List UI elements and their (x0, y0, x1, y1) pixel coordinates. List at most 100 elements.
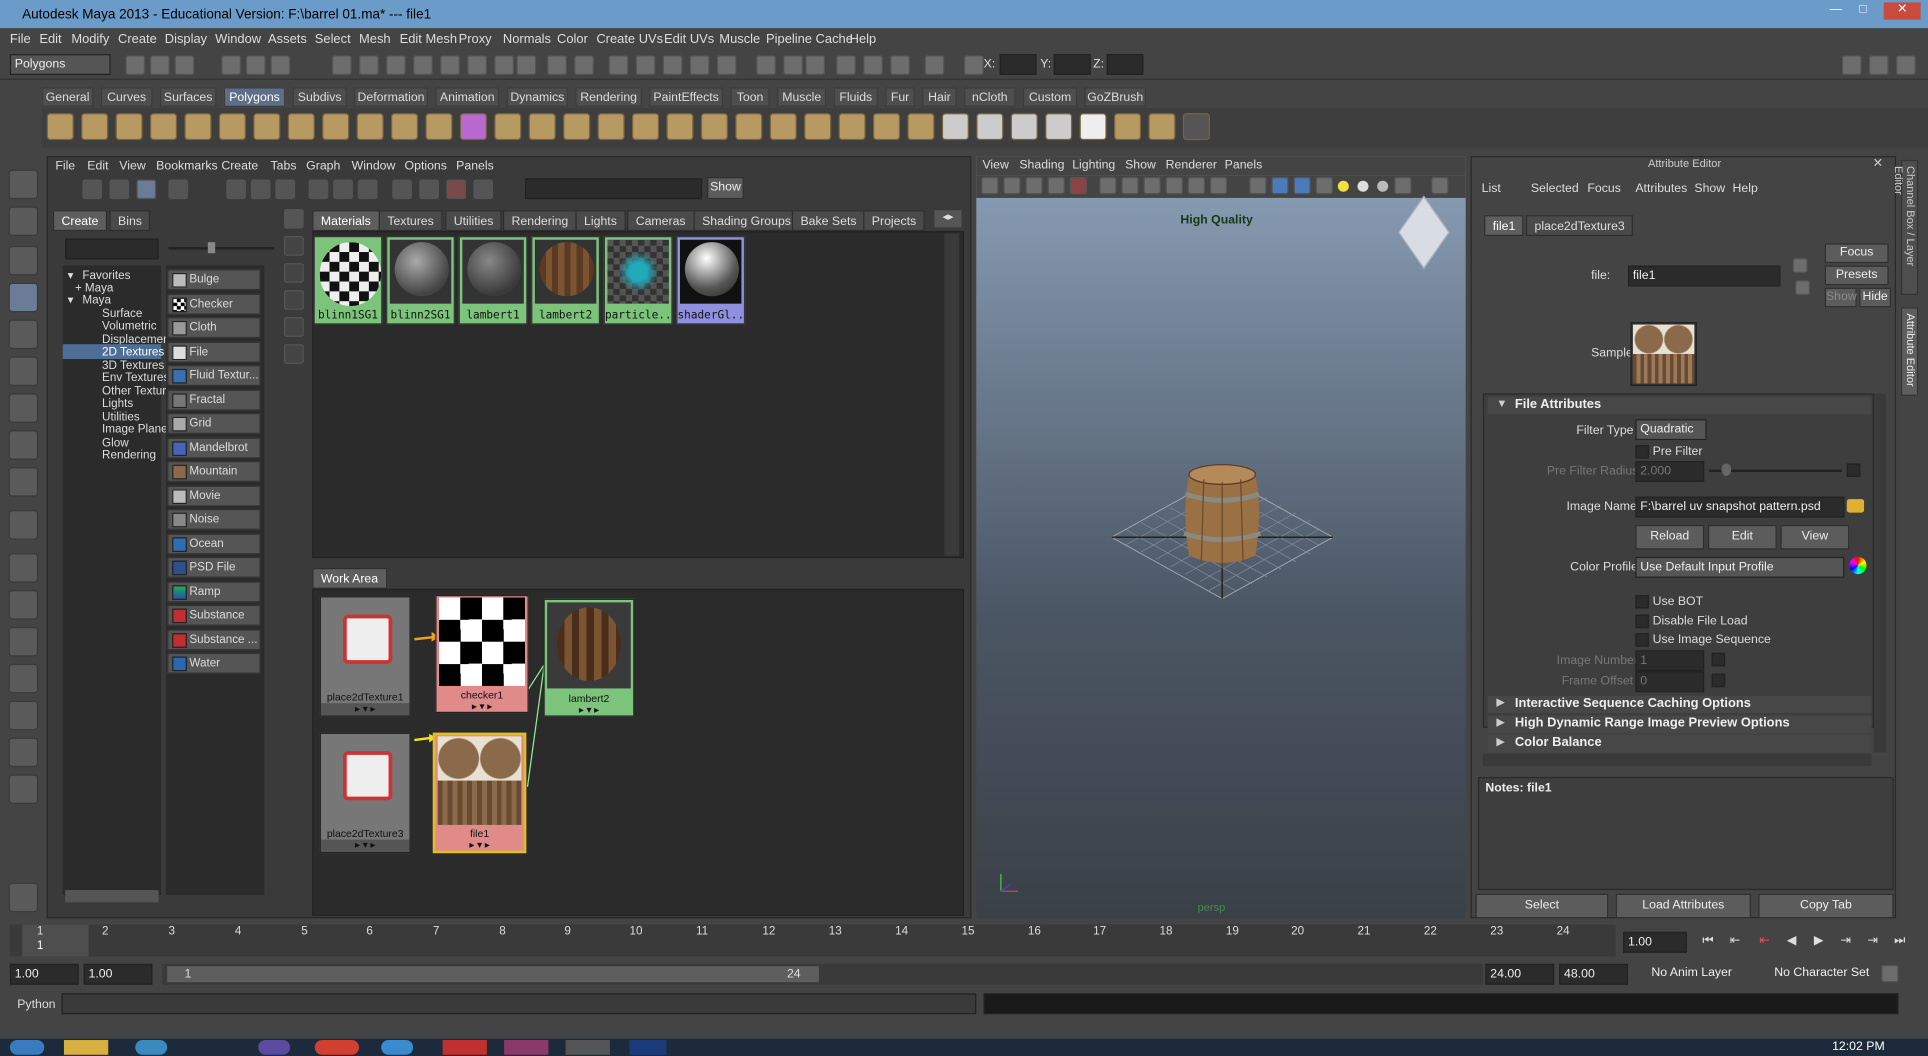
taskbar-browser-icon[interactable] (135, 1040, 168, 1055)
snap-grid-icon[interactable] (331, 55, 352, 75)
hs-tab-materials[interactable]: Materials (312, 210, 380, 232)
folder-browse-icon[interactable] (1846, 499, 1865, 513)
frame-offset-field[interactable]: 0 (1635, 671, 1705, 693)
time-slider[interactable] (9, 924, 1616, 957)
render-view-icon[interactable] (716, 55, 737, 75)
vp-ao-icon[interactable] (1394, 177, 1412, 195)
vp-menu-shading[interactable]: Shading (1019, 159, 1064, 173)
x-field[interactable] (999, 54, 1037, 75)
poly-pipe-icon[interactable] (287, 113, 315, 141)
create-bulge-button[interactable]: Bulge (167, 269, 261, 291)
vp-grid-icon[interactable] (1047, 177, 1065, 195)
taskbar-skype-icon[interactable] (381, 1040, 414, 1055)
tree-maya-toggle[interactable]: + (75, 282, 82, 296)
shelf-tab-toon[interactable]: Toon (730, 87, 770, 107)
vp-lights-icon[interactable] (1165, 177, 1183, 195)
soft-mod-icon[interactable] (8, 430, 39, 460)
playback-start-field[interactable]: 1.00 (83, 963, 153, 985)
image-number-map-button[interactable] (1711, 652, 1726, 667)
file-name-field[interactable]: file1 (1627, 265, 1781, 287)
vp-menu-show[interactable]: Show (1125, 159, 1156, 173)
shelf-tab-fur[interactable]: Fur (885, 87, 915, 107)
vp-shaded-icon[interactable] (1271, 177, 1289, 195)
create-mountain-button[interactable]: Mountain (167, 461, 261, 482)
ae-select-button[interactable]: Select (1475, 893, 1609, 919)
ae-tab-place2dtexture3[interactable]: place2dTexture3 (1525, 215, 1634, 237)
menu-edit-mesh[interactable]: Edit Mesh (400, 32, 457, 47)
new-scene-icon[interactable] (125, 55, 146, 75)
menu-edit-uvs[interactable]: Edit UVs (664, 32, 714, 47)
persp-outliner-layout-icon[interactable] (8, 700, 39, 731)
ae-close-icon[interactable]: ✕ (1873, 157, 1883, 171)
scale-tool-icon[interactable] (8, 356, 39, 387)
tab-side-icon-2[interactable] (284, 236, 304, 256)
shelf-tab-painteffects[interactable]: PaintEffects (649, 87, 723, 107)
show-button[interactable]: Show (1824, 287, 1857, 308)
step-back-frame-icon[interactable]: ⇤ (1756, 934, 1773, 951)
planar-map-icon[interactable] (976, 113, 1004, 141)
start-time-field[interactable]: 1.00 (9, 963, 79, 985)
color-profile-dropdown[interactable]: Use Default Input Profile (1635, 556, 1845, 578)
hs-menu-view[interactable]: View (119, 160, 145, 174)
select-object-icon[interactable] (245, 55, 266, 75)
lock-icon[interactable] (547, 55, 567, 75)
use-bot-checkbox[interactable] (1635, 595, 1649, 609)
taskbar-maya-icon[interactable] (565, 1040, 610, 1055)
poly-cone-icon[interactable] (150, 113, 178, 141)
menu-normals[interactable]: Normals (503, 32, 551, 47)
smooth-icon[interactable] (459, 113, 487, 141)
vp-shadows-icon[interactable] (1187, 177, 1205, 195)
vp-light-yellow-icon[interactable] (1337, 180, 1349, 192)
hs-input-icon[interactable] (308, 179, 329, 200)
hs-menu-bookmarks[interactable]: Bookmarks (156, 160, 217, 174)
create-substance-button[interactable]: Substance (167, 604, 261, 626)
bridge-icon[interactable] (597, 113, 625, 141)
poly-prism-icon[interactable] (253, 113, 281, 141)
end-time-field[interactable]: 48.00 (1559, 963, 1628, 985)
shelf-tab-subdivs[interactable]: Subdivs (292, 87, 347, 107)
vp-smooth-shade-icon[interactable] (1121, 177, 1139, 195)
step-back-key-icon[interactable]: ⇤ (1726, 934, 1743, 951)
shelf-tab-muscle[interactable]: Muscle (777, 87, 827, 107)
shelf-tab-ncloth[interactable]: nCloth (963, 87, 1016, 107)
load-attributes-button[interactable]: Load Attributes (1615, 893, 1751, 919)
ae-hscrollbar[interactable] (1482, 753, 1872, 766)
pre-filter-checkbox[interactable] (1635, 445, 1649, 459)
menu-create[interactable]: Create (118, 32, 157, 47)
shelf-tab-fluids[interactable]: Fluids (833, 87, 878, 107)
hs-tab-utilities[interactable]: Utilities (445, 210, 502, 232)
hs-tab-rendering[interactable]: Rendering (502, 210, 577, 232)
command-input-field[interactable] (61, 993, 977, 1015)
spherical-map-icon[interactable] (1045, 113, 1073, 141)
material-swatch-blinn2sg1[interactable]: blinn2SG1 (386, 236, 455, 325)
create-fluid-texture-button[interactable]: Fluid Textur... (167, 365, 261, 387)
tab-side-icon-1[interactable] (284, 208, 304, 229)
menu-window[interactable]: Window (215, 32, 261, 47)
anim-layer-dropdown[interactable]: No Anim Layer (1647, 963, 1761, 985)
hs-tab-projects[interactable]: Projects (863, 210, 925, 232)
focus-input-icon[interactable] (1792, 258, 1808, 273)
create-checker-button[interactable]: Checker (167, 293, 261, 315)
shelf-tab-curves[interactable]: Curves (100, 87, 153, 107)
hs-menu-graph[interactable]: Graph (306, 160, 340, 174)
menu-mesh[interactable]: Mesh (359, 32, 391, 47)
vp-bookmark-icon[interactable] (1003, 177, 1021, 195)
minimize-button[interactable]: — (1822, 2, 1849, 19)
move-tool-icon[interactable] (8, 282, 39, 313)
tree-item-lights[interactable]: Lights (102, 397, 133, 411)
maximize-button[interactable]: □ (1849, 2, 1876, 19)
poly-torus-icon[interactable] (218, 113, 246, 141)
paint-select-tool-icon[interactable] (8, 245, 39, 276)
character-set-dropdown[interactable]: No Character Set (1770, 963, 1879, 985)
menu-create-uvs[interactable]: Create UVs (596, 32, 663, 47)
wedge-icon[interactable] (907, 113, 935, 141)
taskbar-acrobat-icon[interactable] (442, 1040, 487, 1055)
hs-layout-1-icon[interactable] (82, 179, 103, 200)
show-ui-icon[interactable] (756, 55, 776, 75)
automatic-map-icon[interactable] (1079, 113, 1107, 141)
image-name-field[interactable]: F:\barrel uv snapshot pattern.psd (1635, 496, 1845, 518)
ae-menu-show[interactable]: Show (1694, 182, 1725, 196)
snap-curve-icon[interactable] (359, 55, 379, 75)
presets-button[interactable]: Presets (1824, 265, 1889, 286)
tree-hscrollbar[interactable] (65, 890, 159, 903)
